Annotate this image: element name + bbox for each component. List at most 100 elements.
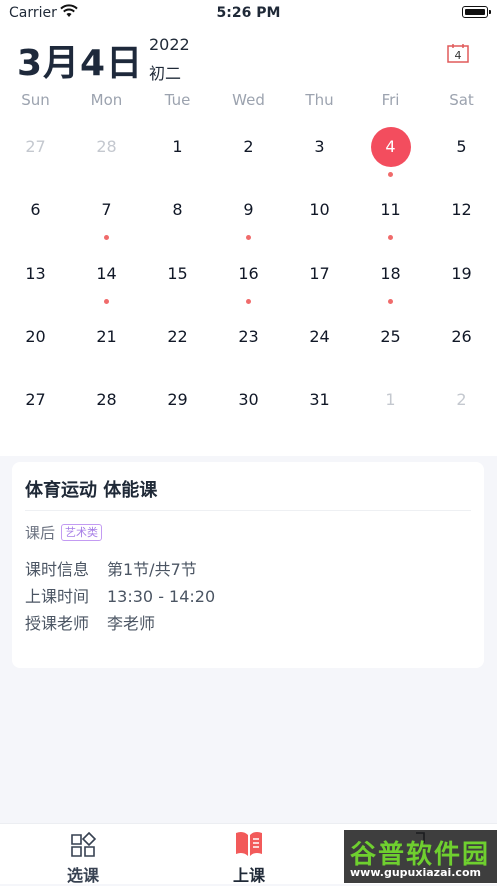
event-dot <box>388 235 393 240</box>
calendar-day[interactable]: 27 <box>0 380 71 420</box>
day-number: 28 <box>96 390 117 409</box>
day-number: 7 <box>101 200 112 219</box>
day-number: 25 <box>380 327 401 346</box>
day-number: 9 <box>243 200 254 219</box>
clock: 5:26 PM <box>216 5 281 21</box>
calendar-day[interactable]: 23 <box>213 317 284 357</box>
tab-label: 上课 <box>232 866 265 885</box>
day-number: 18 <box>380 264 401 283</box>
course-card[interactable]: 体育运动 体能课 课后 艺术类 课时信息 第1节/共7节 上课时间 13:30 - 1… <box>12 462 484 668</box>
calendar-day[interactable]: 30 <box>213 380 284 420</box>
grid-icon <box>71 831 97 857</box>
calendar-day[interactable]: 25 <box>355 317 426 357</box>
calendar-day[interactable]: 1 <box>355 380 426 420</box>
day-number: 21 <box>96 327 117 346</box>
info-key: 课时信息 <box>25 560 90 579</box>
calendar-day[interactable]: 12 <box>426 190 497 230</box>
divider <box>25 510 471 511</box>
year-label: 2022 <box>149 35 190 54</box>
day-number: 3 <box>314 137 325 156</box>
tab-attend-class[interactable]: 上课 <box>166 824 332 885</box>
day-number: 2 <box>243 137 254 156</box>
day-number: 15 <box>167 264 188 283</box>
calendar-day[interactable]: 27 <box>0 127 71 167</box>
calendar-day[interactable]: 14 <box>71 254 142 304</box>
calendar-day[interactable]: 24 <box>284 317 355 357</box>
day-number: 1 <box>172 137 183 156</box>
day-number: 19 <box>451 264 472 283</box>
day-number: 26 <box>451 327 472 346</box>
calendar-day[interactable]: 7 <box>71 190 142 240</box>
day-number: 23 <box>238 327 259 346</box>
weekday-label: Sun <box>21 91 50 109</box>
day-number: 16 <box>238 264 259 283</box>
day-number: 14 <box>96 264 117 283</box>
info-row-teacher: 授课老师 李老师 <box>25 610 155 634</box>
tab-select-course[interactable]: 选课 <box>0 824 166 885</box>
course-category-row: 课后 艺术类 <box>25 522 103 543</box>
weekday-header: Sun Mon Tue Wed Thu Fri Sat <box>0 91 497 111</box>
calendar-day[interactable]: 1 <box>142 127 213 167</box>
calendar-day[interactable]: 28 <box>71 127 142 167</box>
weekday-label: Tue <box>164 91 191 109</box>
watermark-url: www.gupuxiazai.com <box>350 866 481 879</box>
event-dot <box>104 235 109 240</box>
calendar-day[interactable]: 26 <box>426 317 497 357</box>
day-number: 27 <box>25 137 46 156</box>
day-number: 31 <box>309 390 330 409</box>
day-number: 17 <box>309 264 330 283</box>
selected-day[interactable]: 4 <box>355 127 426 177</box>
day-number: 27 <box>25 390 46 409</box>
event-dot <box>246 299 251 304</box>
calendar-icon: 4 <box>447 44 469 63</box>
day-number: 1 <box>385 390 396 409</box>
calendar-day[interactable]: 28 <box>71 380 142 420</box>
calendar-day[interactable]: 17 <box>284 254 355 294</box>
course-title: 体育运动 体能课 <box>25 480 158 501</box>
calendar-day[interactable]: 5 <box>426 127 497 167</box>
calendar-day[interactable]: 2 <box>426 380 497 420</box>
calendar-day[interactable]: 10 <box>284 190 355 230</box>
weekday-label: Wed <box>232 91 265 109</box>
day-number: 4 <box>370 127 411 167</box>
calendar: 3月4日 2022 初二 4 Sun Mon Tue Wed Thu Fri Sat 27 2… <box>0 26 497 456</box>
day-number: 2 <box>456 390 467 409</box>
calendar-day[interactable]: 19 <box>426 254 497 294</box>
day-number: 30 <box>238 390 259 409</box>
day-number: 29 <box>167 390 188 409</box>
weekday-label: Thu <box>305 91 334 109</box>
calendar-day[interactable]: 18 <box>355 254 426 304</box>
info-key: 上课时间 <box>25 587 90 606</box>
event-dot <box>388 172 393 177</box>
lunar-date-label: 初二 <box>149 64 182 83</box>
calendar-day[interactable]: 6 <box>0 190 71 230</box>
day-number: 22 <box>167 327 188 346</box>
battery-icon <box>462 6 491 18</box>
calendar-day[interactable]: 9 <box>213 190 284 240</box>
calendar-day[interactable]: 29 <box>142 380 213 420</box>
calendar-day[interactable]: 15 <box>142 254 213 294</box>
event-dot <box>104 299 109 304</box>
calendar-day[interactable]: 31 <box>284 380 355 420</box>
info-row-time: 上课时间 13:30 - 14:20 <box>25 583 215 607</box>
info-value: 李老师 <box>107 614 156 633</box>
day-number: 20 <box>25 327 46 346</box>
today-calendar-icon[interactable]: 4 <box>447 43 469 63</box>
course-category: 课后 <box>25 524 56 542</box>
event-dot <box>246 235 251 240</box>
calendar-day[interactable]: 11 <box>355 190 426 240</box>
tab-label: 选课 <box>66 866 99 885</box>
calendar-day[interactable]: 22 <box>142 317 213 357</box>
status-bar: Carrier 5:26 PM <box>0 0 497 26</box>
calendar-day[interactable]: 20 <box>0 317 71 357</box>
calendar-day[interactable]: 8 <box>142 190 213 230</box>
course-tag: 艺术类 <box>61 524 103 541</box>
calendar-day[interactable]: 13 <box>0 254 71 294</box>
svg-text:4: 4 <box>455 49 462 62</box>
calendar-day[interactable]: 21 <box>71 317 142 357</box>
calendar-day[interactable]: 16 <box>213 254 284 304</box>
day-number: 24 <box>309 327 330 346</box>
calendar-day[interactable]: 2 <box>213 127 284 167</box>
info-value: 13:30 - 14:20 <box>107 587 216 606</box>
calendar-day[interactable]: 3 <box>284 127 355 167</box>
